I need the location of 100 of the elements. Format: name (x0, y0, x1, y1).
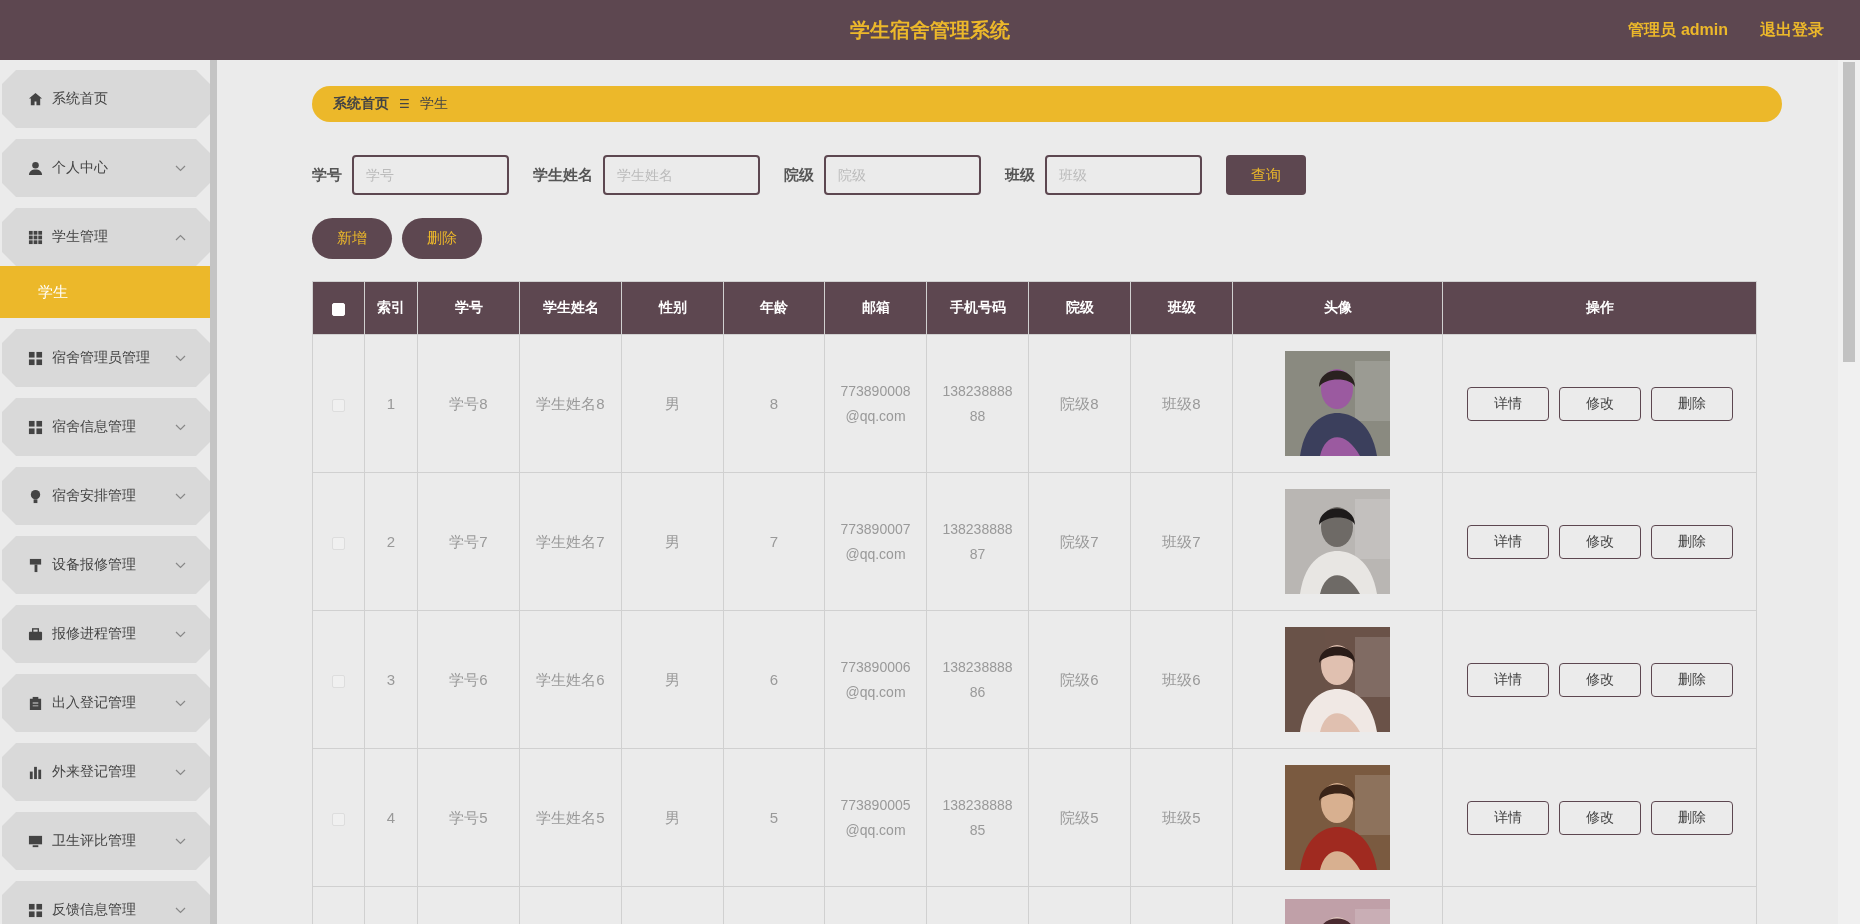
menu-item-icon (28, 350, 43, 366)
table-cell: 学号6 (417, 610, 520, 749)
breadcrumb-current: 学生 (419, 95, 448, 113)
column-header: 手机号码 (926, 281, 1029, 335)
chevron-down-icon (175, 768, 186, 776)
chevron-down-icon (175, 423, 186, 431)
table-cell: 男 (621, 334, 724, 473)
sidebar-item[interactable]: 反馈信息管理 (2, 881, 210, 924)
table-cell: 8 (723, 334, 825, 473)
menu-item-icon (28, 764, 43, 780)
table-cell: 4 (364, 748, 418, 887)
menu-item-icon (28, 833, 43, 849)
menu-item-icon (28, 902, 43, 918)
column-header: 索引 (364, 281, 418, 335)
sidebar-item[interactable]: 系统首页 (2, 70, 210, 128)
delete-button[interactable]: 删除 (1650, 800, 1733, 835)
sidebar-item[interactable]: 个人中心 (2, 139, 210, 197)
query-button[interactable]: 查询 (1226, 155, 1306, 195)
column-header: 学生姓名 (519, 281, 622, 335)
column-header: 邮箱 (824, 281, 927, 335)
field-label: 学号 (312, 165, 342, 185)
table-cell: 773890006@qq.com (824, 610, 927, 749)
table-cell: 学生姓名7 (519, 472, 622, 611)
delete-button[interactable]: 删除 (1650, 524, 1733, 559)
edit-button[interactable]: 修改 (1558, 800, 1641, 835)
sidebar-item[interactable]: 报修进程管理 (2, 605, 210, 663)
add-button[interactable]: 新增 (312, 218, 392, 259)
column-header: 院级 (1028, 281, 1131, 335)
chevron-down-icon (175, 354, 186, 362)
menu-item-icon (28, 91, 43, 107)
sidebar-item[interactable]: 学生管理 (2, 208, 210, 266)
table-cell: 3 (364, 610, 418, 749)
table-cell: 院级7 (1028, 472, 1131, 611)
sidebar-item[interactable]: 宿舍管理员管理 (2, 329, 210, 387)
user-label: 管理员 admin (1628, 19, 1728, 40)
field-label: 院级 (784, 165, 814, 185)
table-cell: 学号5 (417, 748, 520, 887)
chevron-down-icon (175, 837, 186, 845)
delete-button[interactable]: 删除 (1650, 386, 1733, 421)
breadcrumb-link[interactable]: 系统首页 (333, 95, 389, 113)
table-cell: 学号7 (417, 472, 520, 611)
table-cell: 学生姓名5 (519, 748, 622, 887)
table-cell: 院级6 (1028, 610, 1131, 749)
sidebar-item[interactable]: 宿舍信息管理 (2, 398, 210, 456)
select-all-checkbox[interactable] (332, 302, 345, 316)
table-cell: 班级8 (1130, 334, 1233, 473)
menu-item-icon (28, 626, 43, 642)
table-cell: 院级8 (1028, 334, 1131, 473)
table-cell: 院级5 (1028, 748, 1131, 887)
table-cell: 773890008@qq.com (824, 334, 927, 473)
table-cell: 学号8 (417, 334, 520, 473)
table-cell: 773890005@qq.com (824, 748, 927, 887)
chevron-down-icon (175, 164, 186, 172)
delete-button[interactable]: 删除 (402, 218, 482, 259)
table-cell: 1 (364, 334, 418, 473)
chevron-down-icon (175, 699, 186, 707)
scrollbar[interactable] (1838, 60, 1860, 924)
edit-button[interactable]: 修改 (1558, 524, 1641, 559)
table-cell: 男 (621, 610, 724, 749)
table-cell: 班级6 (1130, 610, 1233, 749)
chevron-down-icon (175, 561, 186, 569)
table-cell: 13823888887 (926, 472, 1029, 611)
menu-item-icon (28, 419, 43, 435)
delete-button[interactable]: 删除 (1650, 662, 1733, 697)
logout-link[interactable]: 退出登录 (1760, 19, 1824, 41)
table-cell: 2 (364, 472, 418, 611)
menu-item-icon (28, 488, 43, 504)
column-header: 头像 (1232, 281, 1443, 335)
details-button[interactable]: 详情 (1466, 386, 1549, 421)
menu-item-icon (28, 695, 43, 711)
details-button[interactable]: 详情 (1466, 800, 1549, 835)
chevron-down-icon (175, 492, 186, 500)
column-header: 学号 (417, 281, 520, 335)
column-header: 班级 (1130, 281, 1233, 335)
table-cell: 13823888886 (926, 610, 1029, 749)
menu-item-icon (28, 557, 43, 573)
table-cell: 男 (621, 472, 724, 611)
table-cell: 13823888888 (926, 334, 1029, 473)
details-button[interactable]: 详情 (1466, 662, 1549, 697)
sidebar-item[interactable]: 设备报修管理 (2, 536, 210, 594)
sidebar-item[interactable]: 宿舍安排管理 (2, 467, 210, 525)
chevron-up-icon (175, 233, 186, 241)
column-header: 年龄 (723, 281, 825, 335)
column-header: 性别 (621, 281, 724, 335)
table-cell: 7 (723, 472, 825, 611)
sidebar-item[interactable]: 外来登记管理 (2, 743, 210, 801)
column-header: 操作 (1442, 281, 1757, 335)
field-label: 学生姓名 (533, 165, 593, 185)
app-title: 学生宿舍管理系统 (850, 17, 1010, 43)
table-cell: 学生姓名6 (519, 610, 622, 749)
table-cell: 班级5 (1130, 748, 1233, 887)
sidebar-item[interactable]: 出入登记管理 (2, 674, 210, 732)
edit-button[interactable]: 修改 (1558, 386, 1641, 421)
chevron-down-icon (175, 906, 186, 914)
breadcrumb-separator: ☰ (399, 97, 410, 111)
sidebar-item[interactable]: 卫生评比管理 (2, 812, 210, 870)
details-button[interactable]: 详情 (1466, 524, 1549, 559)
edit-button[interactable]: 修改 (1558, 662, 1641, 697)
table-cell: 男 (621, 748, 724, 887)
table-cell: 6 (723, 610, 825, 749)
